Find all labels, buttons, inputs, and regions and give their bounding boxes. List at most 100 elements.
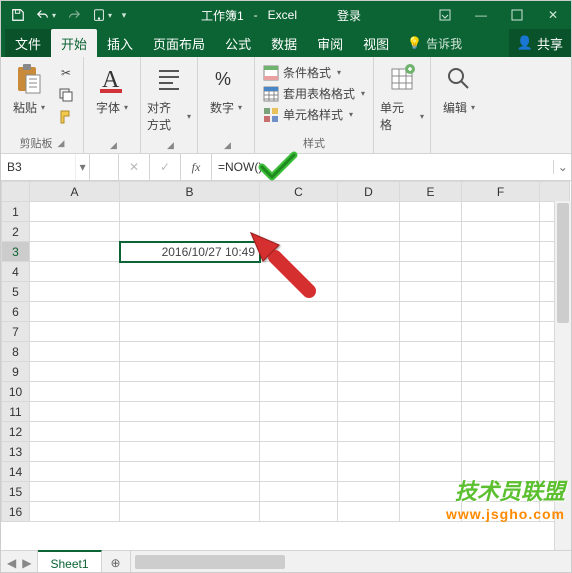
editing-button[interactable]: 编辑▾ [437, 61, 481, 116]
lightbulb-icon: 💡 [407, 36, 422, 50]
row-header[interactable]: 12 [2, 422, 30, 442]
row-header[interactable]: 2 [2, 222, 30, 242]
row-header[interactable]: 9 [2, 362, 30, 382]
col-header[interactable]: E [400, 182, 462, 202]
group-font: A 字体▾ ◢ [84, 57, 141, 153]
qat-customize-button[interactable]: ▾ [117, 3, 131, 27]
cut-button[interactable]: ✂ [55, 63, 77, 83]
row-header[interactable]: 4 [2, 262, 30, 282]
sheet-prev-icon: ◀ [7, 556, 16, 570]
quick-access-toolbar: ▾ ▾ ▾ [1, 3, 135, 27]
ribbon-tabs: 文件 开始 插入 页面布局 公式 数据 审阅 视图 💡告诉我 👤共享 [1, 29, 571, 57]
cell-styles-button[interactable]: 单元格样式▾ [261, 105, 367, 124]
format-painter-button[interactable] [55, 107, 77, 127]
group-number: % 数字▾ ◢ [198, 57, 255, 153]
group-clipboard: 粘贴▾ ✂ 剪贴板◢ [1, 57, 84, 153]
title-bar: ▾ ▾ ▾ 工作簿1 - Excel 登录 — ✕ [1, 1, 571, 29]
ribbon-options-button[interactable] [427, 1, 463, 29]
row-header[interactable]: 5 [2, 282, 30, 302]
maximize-button[interactable] [499, 1, 535, 29]
expand-formula-bar-button[interactable]: ⌄ [553, 160, 571, 174]
font-button[interactable]: A 字体▾ [90, 61, 134, 116]
formula-bar: ▾ ✕ ✓ fx ⌄ [1, 154, 571, 181]
tab-home[interactable]: 开始 [51, 29, 97, 57]
col-header[interactable]: A [30, 182, 120, 202]
col-header[interactable]: C [260, 182, 338, 202]
app-name: Excel [268, 8, 297, 22]
document-name: 工作簿1 [201, 7, 244, 24]
scissors-icon: ✂ [61, 66, 71, 80]
row-header[interactable]: 6 [2, 302, 30, 322]
conditional-format-button[interactable]: 条件格式▾ [261, 63, 367, 82]
tell-me[interactable]: 💡告诉我 [399, 29, 470, 57]
minimize-button[interactable]: — [463, 1, 499, 29]
number-launcher[interactable]: ◢ [224, 140, 231, 151]
tab-formulas[interactable]: 公式 [215, 29, 261, 57]
login-link[interactable]: 登录 [337, 7, 361, 24]
scrollbar-thumb[interactable] [557, 203, 569, 323]
formula-input[interactable] [212, 160, 553, 174]
svg-text:%: % [215, 69, 231, 89]
col-header[interactable]: B [120, 182, 260, 202]
close-button[interactable]: ✕ [535, 1, 571, 29]
row-header[interactable]: 7 [2, 322, 30, 342]
group-styles: 条件格式▾ 套用表格格式▾ 单元格样式▾ 样式 [255, 57, 374, 153]
scrollbar-thumb[interactable] [135, 555, 285, 569]
row-header[interactable]: 3 [2, 242, 30, 262]
format-as-table-button[interactable]: 套用表格格式▾ [261, 84, 367, 103]
save-button[interactable] [5, 3, 31, 27]
horizontal-scrollbar[interactable] [131, 551, 571, 573]
number-button[interactable]: % 数字▾ [204, 61, 248, 116]
enter-formula-button[interactable]: ✓ [150, 154, 181, 180]
tab-data[interactable]: 数据 [261, 29, 307, 57]
cells-button[interactable]: 单元格▾ [380, 61, 424, 133]
col-header[interactable]: F [462, 182, 540, 202]
paste-button[interactable]: 粘贴▾ [7, 61, 51, 116]
sheet-tab[interactable]: Sheet1 [38, 550, 101, 573]
new-sheet-button[interactable]: ⊕ [102, 551, 131, 573]
tab-review[interactable]: 审阅 [307, 29, 353, 57]
name-box-input[interactable] [1, 154, 75, 180]
app-window: ▾ ▾ ▾ 工作簿1 - Excel 登录 — ✕ 文件 开始 插入 页面布局 … [0, 0, 572, 573]
worksheet-grid[interactable]: A B C D E F 1 2 32016/10/27 10:49 4 5 6 … [1, 181, 571, 550]
redo-button[interactable] [61, 3, 87, 27]
name-box[interactable]: ▾ [1, 154, 90, 180]
tab-view[interactable]: 视图 [353, 29, 399, 57]
formula-spacer [90, 154, 119, 180]
clipboard-launcher[interactable]: ◢ [58, 138, 65, 149]
font-launcher[interactable]: ◢ [110, 140, 117, 151]
row-header[interactable]: 14 [2, 462, 30, 482]
alignment-button[interactable]: 对齐方式▾ [147, 61, 191, 133]
window-title: 工作簿1 - Excel 登录 [135, 7, 427, 24]
select-all-corner[interactable] [2, 182, 30, 202]
tab-file[interactable]: 文件 [5, 29, 51, 57]
row-header[interactable]: 13 [2, 442, 30, 462]
vertical-scrollbar[interactable] [554, 201, 571, 550]
row-header[interactable]: 10 [2, 382, 30, 402]
sheet-table: A B C D E F 1 2 32016/10/27 10:49 4 5 6 … [1, 181, 570, 522]
row-header[interactable]: 11 [2, 402, 30, 422]
group-editing: 编辑▾ [431, 57, 487, 153]
sheet-nav[interactable]: ◀▶ [1, 551, 38, 573]
copy-button[interactable] [55, 85, 77, 105]
row-header[interactable]: 8 [2, 342, 30, 362]
undo-button[interactable]: ▾ [33, 3, 59, 27]
col-header[interactable] [540, 182, 570, 202]
cell-b3[interactable]: 2016/10/27 10:49 [120, 242, 260, 262]
row-header[interactable]: 1 [2, 202, 30, 222]
insert-function-button[interactable]: fx [181, 154, 212, 180]
tab-insert[interactable]: 插入 [97, 29, 143, 57]
name-box-dropdown[interactable]: ▾ [75, 154, 89, 180]
touch-mode-button[interactable]: ▾ [89, 3, 115, 27]
group-alignment: 对齐方式▾ ◢ [141, 57, 198, 153]
row-header[interactable]: 15 [2, 482, 30, 502]
align-launcher[interactable]: ◢ [167, 140, 174, 151]
cancel-formula-button[interactable]: ✕ [119, 154, 150, 180]
formula-input-wrap: ⌄ [212, 154, 571, 180]
row-header[interactable]: 16 [2, 502, 30, 522]
tab-page-layout[interactable]: 页面布局 [143, 29, 215, 57]
share-icon: 👤 [517, 35, 533, 51]
share-button[interactable]: 👤共享 [509, 29, 571, 57]
sheet-tab-bar: ◀▶ Sheet1 ⊕ [1, 550, 571, 573]
col-header[interactable]: D [338, 182, 400, 202]
